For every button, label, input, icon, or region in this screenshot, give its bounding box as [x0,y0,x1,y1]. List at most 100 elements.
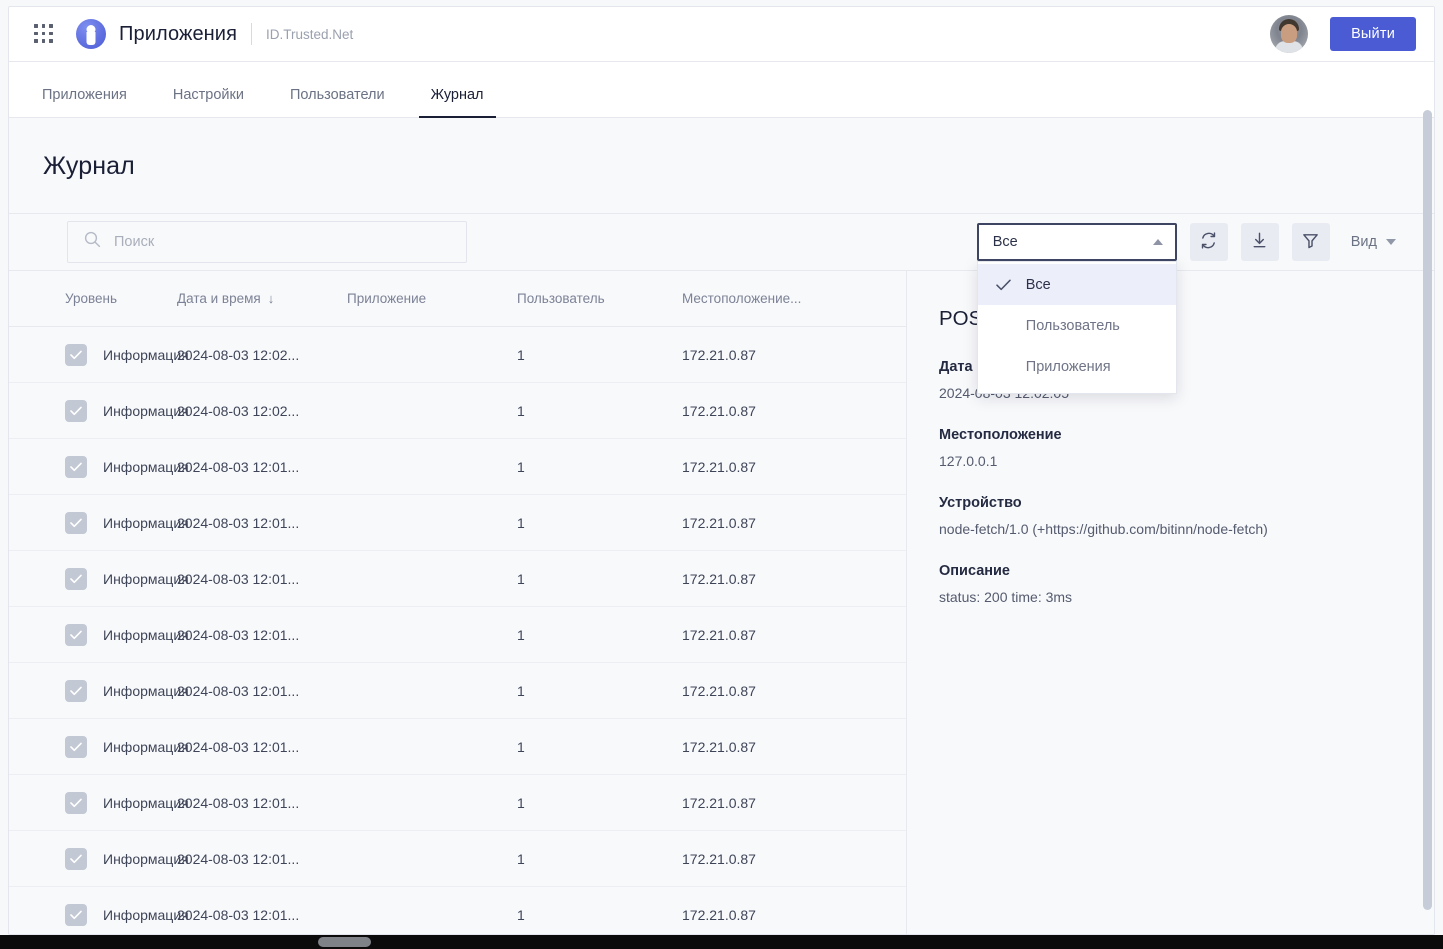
column-header-user[interactable]: Пользователь [517,291,682,306]
avatar[interactable] [1270,15,1309,53]
table-row[interactable]: Информация 2024-08-03 12:02... 1 172.21.0.8… [9,383,906,439]
apps-grid-icon[interactable] [34,24,54,44]
column-header-location[interactable]: Местоположение... [682,291,882,306]
row-checkbox[interactable] [65,511,87,534]
row-checkbox[interactable] [65,735,87,758]
column-header-datetime[interactable]: Дата и время ↓ [177,291,347,306]
content-area: Уровень Дата и время ↓ Приложение Пользов… [9,271,1434,934]
row-checkbox[interactable] [65,903,87,926]
cell-location: 172.21.0.87 [682,626,756,643]
cell-location: 172.21.0.87 [682,570,756,587]
table-row[interactable]: Информация 2024-08-03 12:01... 1 172.21.0.8… [9,495,906,551]
table-header-row: Уровень Дата и время ↓ Приложение Пользов… [9,271,906,327]
table-row[interactable]: Информация 2024-08-03 12:01... 1 172.21.0.8… [9,551,906,607]
column-header-datetime-label: Дата и время [177,291,261,306]
search-icon [84,231,101,253]
app-title: Приложения [119,22,238,45]
row-checkbox[interactable] [65,343,87,366]
toolbar: Все Все [9,213,1434,394]
filter-icon [1301,231,1320,253]
filter-select-dropdown: Все Пользователь Приложения [976,261,1177,394]
cell-datetime: 2024-08-03 12:01... [177,906,300,923]
cell-level-label: Информация [103,850,189,867]
cell-level: Информация [9,679,189,702]
row-checkbox[interactable] [65,455,87,478]
table-body: Информация 2024-08-03 12:02... 1 172.21.0.8… [9,327,906,934]
app-viewport: Приложения ID.Trusted.Net Выйти Приложен… [0,0,1443,949]
cell-datetime: 2024-08-03 12:01... [177,570,300,587]
tab-settings[interactable]: Настройки [161,87,256,118]
cell-level-label: Информация [103,458,189,475]
view-dropdown-button[interactable]: Вид [1343,234,1396,250]
column-header-application[interactable]: Приложение [347,291,517,306]
cell-user: 1 [517,850,525,867]
title-divider [251,23,253,45]
cell-datetime: 2024-08-03 12:01... [177,850,300,867]
tab-journal[interactable]: Журнал [418,87,496,118]
cell-user: 1 [517,682,525,699]
row-checkbox[interactable] [65,679,87,702]
filter-select-container: Все Все Пользователь Приложения [976,223,1177,394]
tab-users[interactable]: Пользователи [278,87,397,118]
cell-user: 1 [517,738,525,755]
cell-level: Информация [9,567,189,590]
table-row[interactable]: Информация 2024-08-03 12:01... 1 172.21.0.8… [9,607,906,663]
table-row[interactable]: Информация 2024-08-03 12:01... 1 172.21.0.8… [9,719,906,775]
row-checkbox[interactable] [65,399,87,422]
cell-location: 172.21.0.87 [682,682,756,699]
cell-user: 1 [517,514,525,531]
search-field-wrapper[interactable] [67,221,467,263]
cell-user: 1 [517,794,525,811]
vertical-scrollbar[interactable] [1423,110,1432,910]
table-row[interactable]: Информация 2024-08-03 12:01... 1 172.21.0.8… [9,887,906,934]
download-button[interactable] [1240,223,1279,261]
refresh-button[interactable] [1189,223,1228,261]
table-row[interactable]: Информация 2024-08-03 12:01... 1 172.21.0.8… [9,831,906,887]
cell-location: 172.21.0.87 [682,402,756,419]
cell-level: Информация [9,791,189,814]
cell-level: Информация [9,343,189,366]
cell-level: Информация [9,735,189,758]
dropdown-option-label: Приложения [1025,358,1111,375]
logout-button[interactable]: Выйти [1330,17,1416,51]
cell-datetime: 2024-08-03 12:01... [177,738,300,755]
row-checkbox[interactable] [65,791,87,814]
cell-level-label: Информация [103,794,189,811]
table-row[interactable]: Информация 2024-08-03 12:02... 1 172.21.0.8… [9,327,906,383]
tab-applications[interactable]: Приложения [30,87,139,118]
cell-level: Информация [9,399,189,422]
table-row[interactable]: Информация 2024-08-03 12:01... 1 172.21.0.8… [9,663,906,719]
dropdown-option-label: Все [1025,276,1051,293]
cell-level: Информация [9,511,189,534]
row-checkbox[interactable] [65,567,87,590]
cell-location: 172.21.0.87 [682,850,756,867]
table-row[interactable]: Информация 2024-08-03 12:01... 1 172.21.0.8… [9,775,906,831]
download-icon [1250,231,1269,253]
dropdown-option-applications[interactable]: Приложения [978,346,1176,387]
cell-level: Информация [9,623,189,646]
cell-datetime: 2024-08-03 12:02... [177,346,300,363]
dropdown-option-user[interactable]: Пользователь [978,305,1176,346]
row-checkbox[interactable] [65,847,87,870]
horizontal-scrollbar-thumb[interactable] [318,937,371,947]
filter-select[interactable]: Все [976,223,1177,261]
cell-location: 172.21.0.87 [682,514,756,531]
row-checkbox[interactable] [65,623,87,646]
cell-level-label: Информация [103,906,189,923]
log-table: Уровень Дата и время ↓ Приложение Пользов… [9,271,907,934]
cell-level: Информация [9,847,189,870]
dropdown-option-all[interactable]: Все [977,264,1176,305]
cell-datetime: 2024-08-03 12:02... [177,402,300,419]
cell-user: 1 [517,626,525,643]
search-input[interactable] [114,234,434,250]
sort-descending-icon: ↓ [267,291,275,306]
detail-field-label: Устройство [939,495,1022,511]
horizontal-scrollbar-track[interactable] [0,935,1443,949]
detail-field-label: Местоположение [939,427,1062,443]
cell-level-label: Информация [103,570,189,587]
filter-button[interactable] [1291,223,1330,261]
filter-select-value: Все [992,234,1018,250]
column-header-level[interactable]: Уровень [9,291,177,306]
app-subtitle: ID.Trusted.Net [266,26,354,42]
table-row[interactable]: Информация 2024-08-03 12:01... 1 172.21.0.8… [9,439,906,495]
